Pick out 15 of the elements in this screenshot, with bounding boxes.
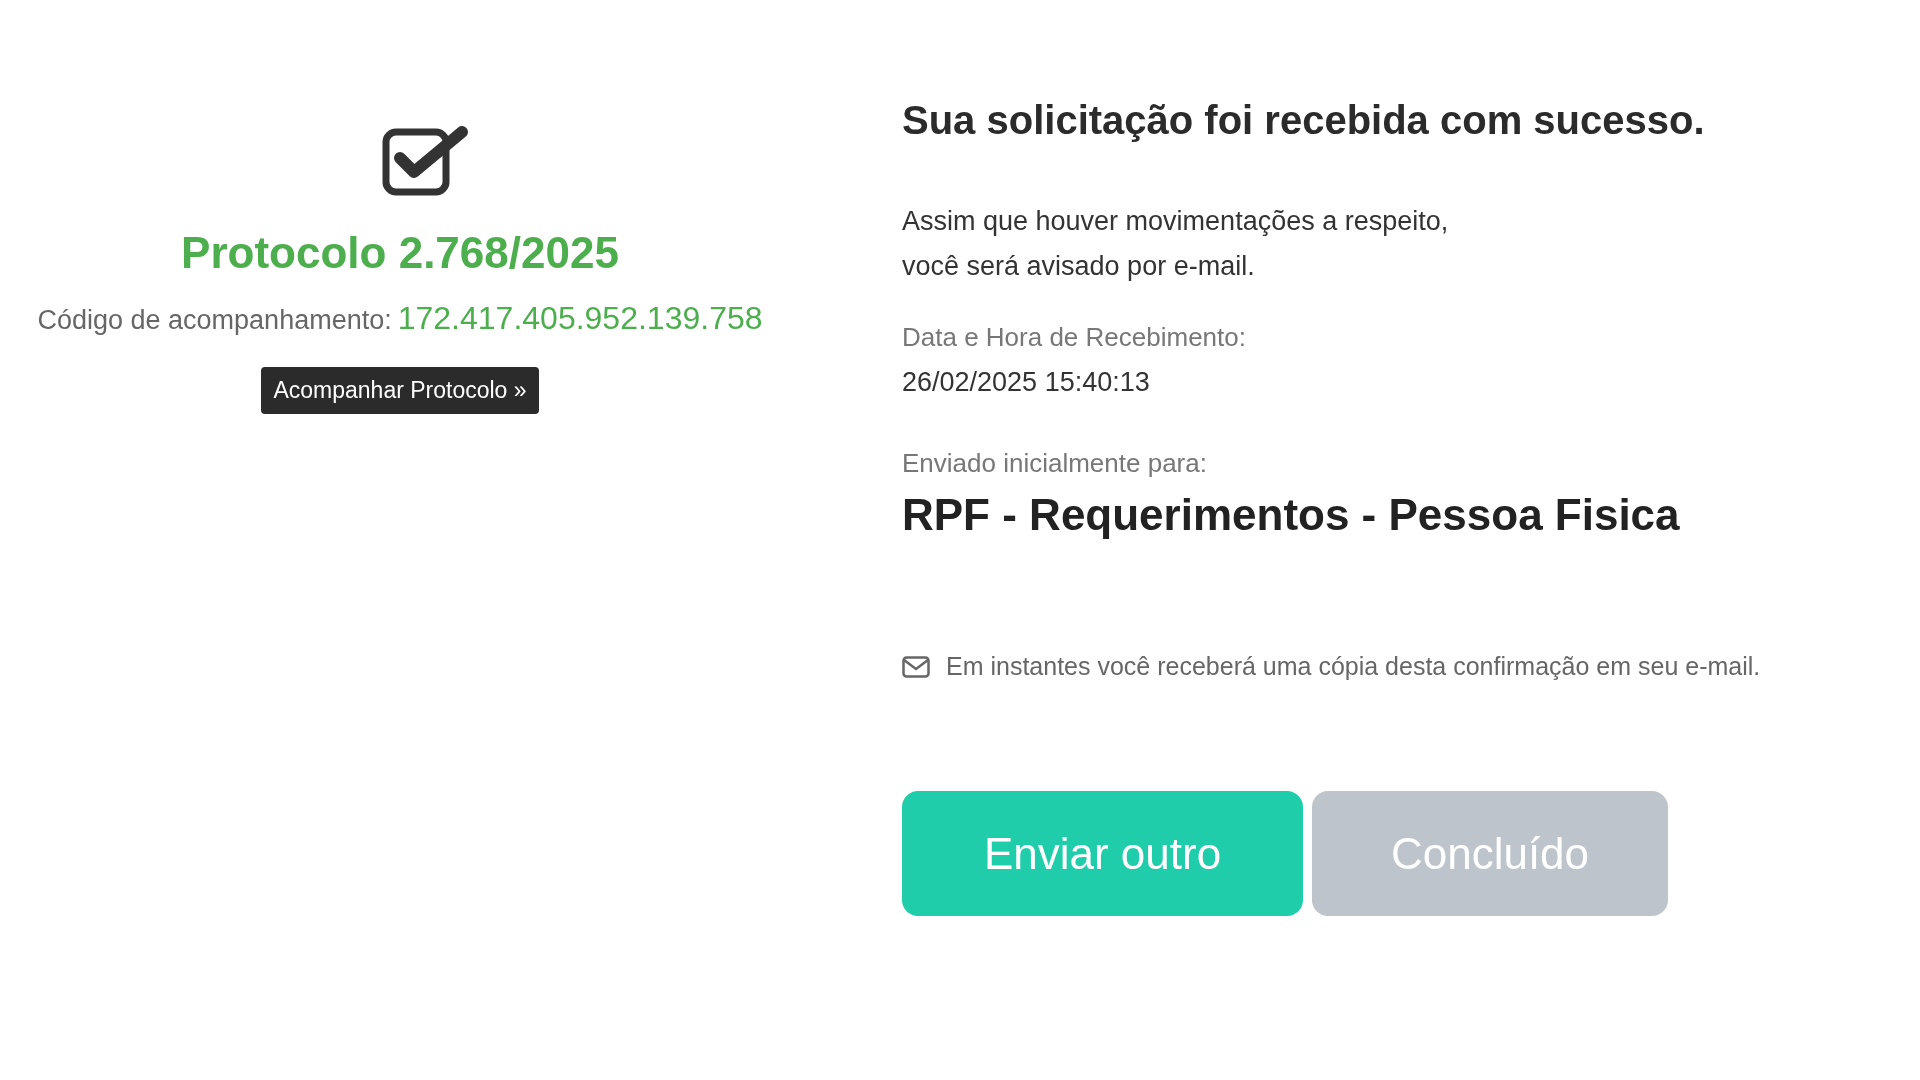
tracking-label: Código de acompanhamento: bbox=[37, 305, 392, 335]
protocol-number: Protocolo 2.768/2025 bbox=[181, 228, 619, 278]
email-note: Em instantes você receberá uma cópia desta confirmação em seu e-mail. bbox=[946, 652, 1761, 681]
received-label: Data e Hora de Recebimento: bbox=[902, 321, 1247, 354]
received-date: 26/02/2025 15:40:13 bbox=[902, 366, 1151, 399]
message-text: você será avisado por e-mail. bbox=[902, 250, 1256, 283]
follow-protocol-button[interactable]: Acompanhar Protocolo » bbox=[261, 367, 539, 414]
sent-label: Enviado inicialmente para: bbox=[902, 447, 1208, 480]
envelope-icon bbox=[902, 655, 930, 678]
send-another-button[interactable]: Enviar outro bbox=[902, 791, 1303, 916]
checkbox-icon bbox=[382, 124, 470, 198]
success-heading: Sua solicitação foi recebida com sucesso. bbox=[902, 98, 1706, 143]
tracking-code: 172.417.405.952.139.758 bbox=[397, 300, 763, 336]
message-text: Assim que houver movimentações a respeito, bbox=[902, 205, 1450, 238]
department-name: RPF - Requerimentos - Pessoa Fisica bbox=[902, 490, 1681, 540]
